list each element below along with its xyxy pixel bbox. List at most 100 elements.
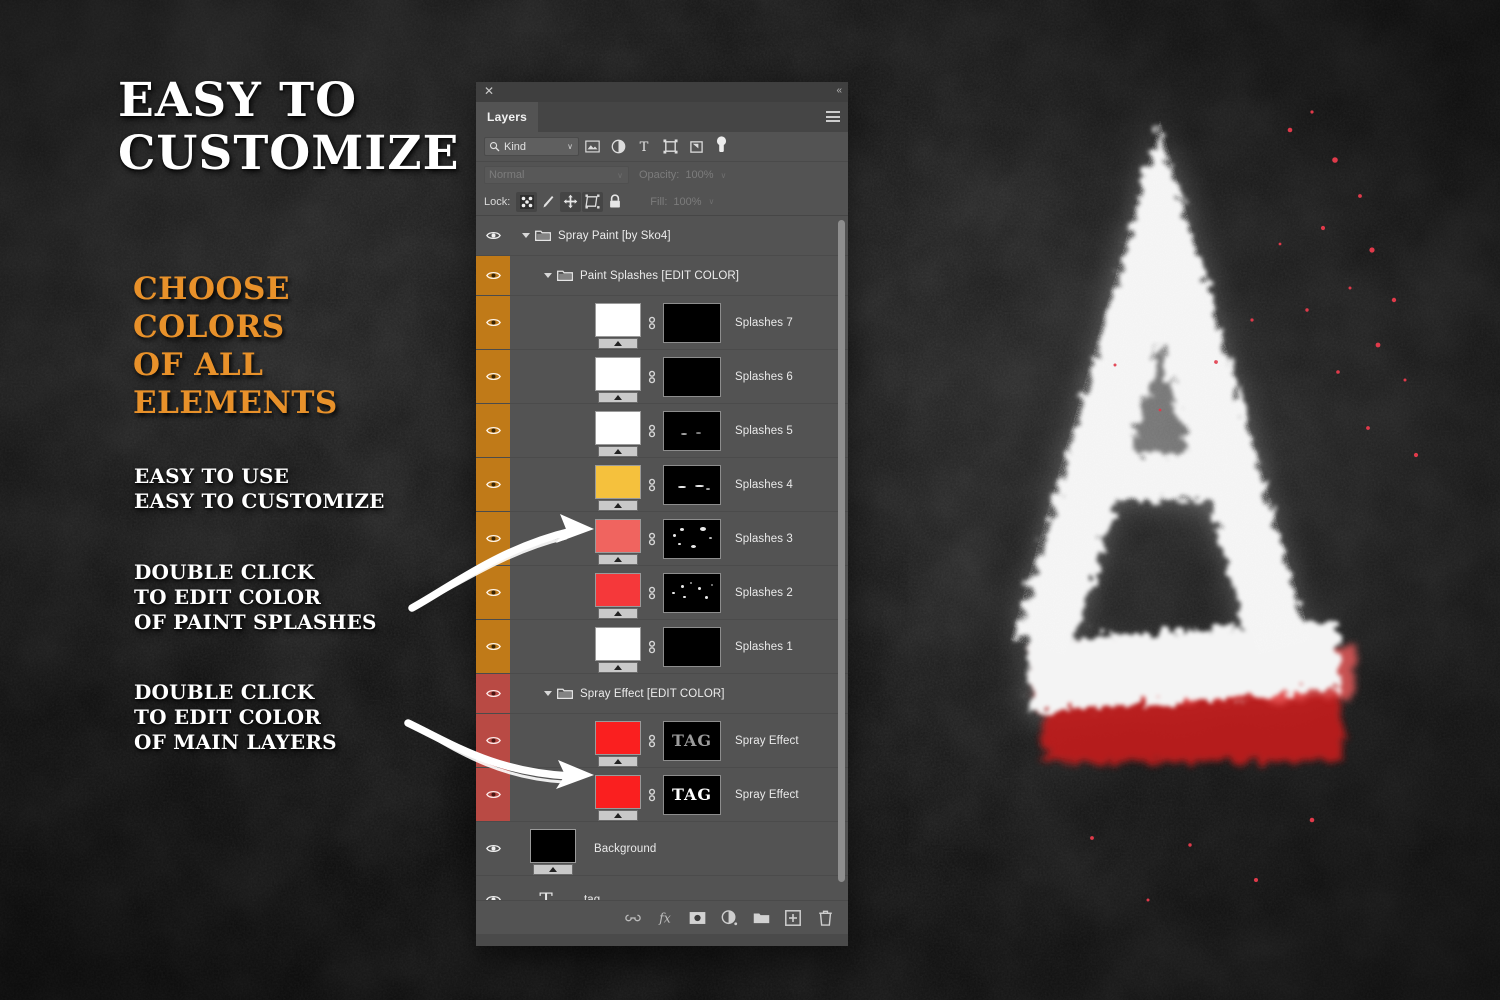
svg-text:T: T (640, 140, 649, 154)
visibility-toggle[interactable] (476, 216, 510, 255)
layer-row-group-spray-paint[interactable]: Spray Paint [by Sko4] (476, 216, 848, 256)
layer-thumbnail[interactable] (595, 572, 641, 619)
layer-row-tag-text[interactable]: T tag (476, 876, 848, 900)
layer-thumbnail[interactable] (595, 518, 641, 565)
disclosure-triangle-icon[interactable] (544, 691, 552, 696)
layer-list-scrollbar[interactable] (838, 220, 845, 882)
visibility-toggle[interactable] (476, 674, 510, 713)
visibility-toggle[interactable] (476, 458, 510, 511)
new-group-icon[interactable] (752, 909, 770, 927)
layer-row-splashes-6[interactable]: Splashes 6 (476, 350, 848, 404)
link-icon[interactable] (641, 787, 663, 803)
link-icon[interactable] (641, 531, 663, 547)
opacity-value[interactable]: 100% (685, 169, 713, 181)
delete-layer-icon[interactable] (816, 909, 834, 927)
layer-thumbnail[interactable] (595, 774, 641, 821)
pixel-layer-icon[interactable] (579, 136, 605, 158)
layer-mask-thumbnail[interactable]: TAG (663, 720, 721, 761)
layer-row-splashes-7[interactable]: Splashes 7 (476, 296, 848, 350)
visibility-toggle[interactable] (476, 714, 510, 767)
opacity-chevron-icon[interactable]: ∨ (721, 171, 727, 180)
thumbnail-base-icon (598, 755, 638, 767)
layer-row-splashes-3[interactable]: Splashes 3 (476, 512, 848, 566)
lock-artboard-icon[interactable] (582, 191, 604, 212)
visibility-toggle[interactable] (476, 620, 510, 673)
layer-row-group-paint-splashes[interactable]: Paint Splashes [EDIT COLOR] (476, 256, 848, 296)
shape-layer-icon[interactable] (657, 136, 683, 158)
layer-thumbnail[interactable] (595, 626, 641, 673)
panel-title-bar: ✕ « (476, 82, 848, 102)
smart-object-icon[interactable] (683, 136, 709, 158)
visibility-toggle[interactable] (476, 404, 510, 457)
visibility-toggle[interactable] (476, 822, 510, 875)
visibility-toggle[interactable] (476, 350, 510, 403)
collapse-panel-icon[interactable]: « (836, 85, 841, 96)
blend-mode-select[interactable]: Normal ∨ (484, 166, 629, 184)
filter-toggle[interactable] (711, 135, 731, 158)
layer-list[interactable]: Spray Paint [by Sko4] Paint Splashes [ED… (476, 216, 848, 900)
fill-value[interactable]: 100% (673, 196, 701, 208)
layer-style-fx-icon[interactable]: fx (656, 909, 674, 927)
disclosure-triangle-icon[interactable] (522, 233, 530, 238)
lock-image-icon[interactable] (538, 192, 559, 212)
layer-mask-thumbnail[interactable] (663, 626, 721, 667)
layer-mask-thumbnail[interactable]: TAG (663, 774, 721, 815)
lock-position-icon[interactable] (560, 191, 582, 212)
add-layer-mask-icon[interactable] (688, 909, 706, 927)
panel-bottom-toolbar: fx (476, 900, 848, 934)
layer-thumbnail[interactable] (595, 302, 641, 349)
layer-mask-thumbnail[interactable] (663, 356, 721, 397)
headline-line-2: CUSTOMIZE (118, 126, 460, 181)
layer-row-splashes-1[interactable]: Splashes 1 (476, 620, 848, 674)
layer-row-splashes-2[interactable]: Splashes 2 (476, 566, 848, 620)
layer-mask-thumbnail[interactable] (663, 518, 721, 559)
layer-row-spray-effect-bottom[interactable]: TAG Spray Effect (476, 768, 848, 822)
lock-transparency-icon[interactable] (516, 191, 538, 212)
layer-row-group-spray-effect[interactable]: Spray Effect [EDIT COLOR] (476, 674, 848, 714)
layer-row-spray-effect-top[interactable]: TAG Spray Effect (476, 714, 848, 768)
layer-mask-thumbnail[interactable] (663, 572, 721, 613)
new-layer-icon[interactable] (784, 909, 802, 927)
layer-thumbnail[interactable] (595, 464, 641, 511)
layer-row-splashes-5[interactable]: Splashes 5 (476, 404, 848, 458)
link-icon[interactable] (641, 315, 663, 331)
layer-thumbnail[interactable] (595, 720, 641, 767)
type-T-icon: T (539, 889, 553, 901)
close-icon[interactable]: ✕ (482, 84, 496, 98)
link-icon[interactable] (641, 639, 663, 655)
layer-thumbnail[interactable] (595, 410, 641, 457)
disclosure-triangle-icon[interactable] (544, 273, 552, 278)
tab-layers[interactable]: Layers (476, 102, 538, 132)
visibility-toggle[interactable] (476, 566, 510, 619)
visibility-toggle[interactable] (476, 512, 510, 565)
fill-chevron-icon[interactable]: ∨ (709, 197, 715, 206)
filter-kind-select[interactable]: Kind ∨ (484, 137, 579, 156)
link-icon[interactable] (641, 369, 663, 385)
link-icon[interactable] (641, 733, 663, 749)
layer-name: Spray Effect (735, 734, 799, 747)
visibility-toggle[interactable] (476, 876, 510, 900)
eye-icon (485, 896, 501, 900)
layer-mask-thumbnail[interactable] (663, 302, 721, 343)
visibility-toggle[interactable] (476, 296, 510, 349)
adjustment-layer-icon[interactable] (605, 136, 631, 158)
layer-row-splashes-4[interactable]: Splashes 4 (476, 458, 848, 512)
link-icon[interactable] (641, 585, 663, 601)
visibility-toggle[interactable] (476, 256, 510, 295)
lock-all-icon[interactable] (604, 192, 625, 212)
layer-mask-thumbnail[interactable] (663, 410, 721, 451)
layers-panel[interactable]: ✕ « Layers Kind ∨ T Normal ∨ Opacity: 10… (476, 82, 848, 946)
layer-thumbnail[interactable] (530, 828, 576, 875)
panel-menu-icon[interactable] (826, 111, 840, 125)
visibility-toggle[interactable] (476, 768, 510, 821)
link-icon[interactable] (641, 477, 663, 493)
link-icon[interactable] (641, 423, 663, 439)
layer-mask-thumbnail[interactable] (663, 464, 721, 505)
eye-icon (485, 272, 501, 279)
layer-thumbnail[interactable] (595, 356, 641, 403)
layer-row-background[interactable]: Background (476, 822, 848, 876)
type-layer-icon[interactable]: T (631, 136, 657, 158)
new-adjustment-layer-icon[interactable] (720, 909, 738, 927)
link-layers-icon[interactable] (624, 909, 642, 927)
note-easy-to-use: EASY TO USE EASY TO CUSTOMIZE (134, 464, 385, 514)
